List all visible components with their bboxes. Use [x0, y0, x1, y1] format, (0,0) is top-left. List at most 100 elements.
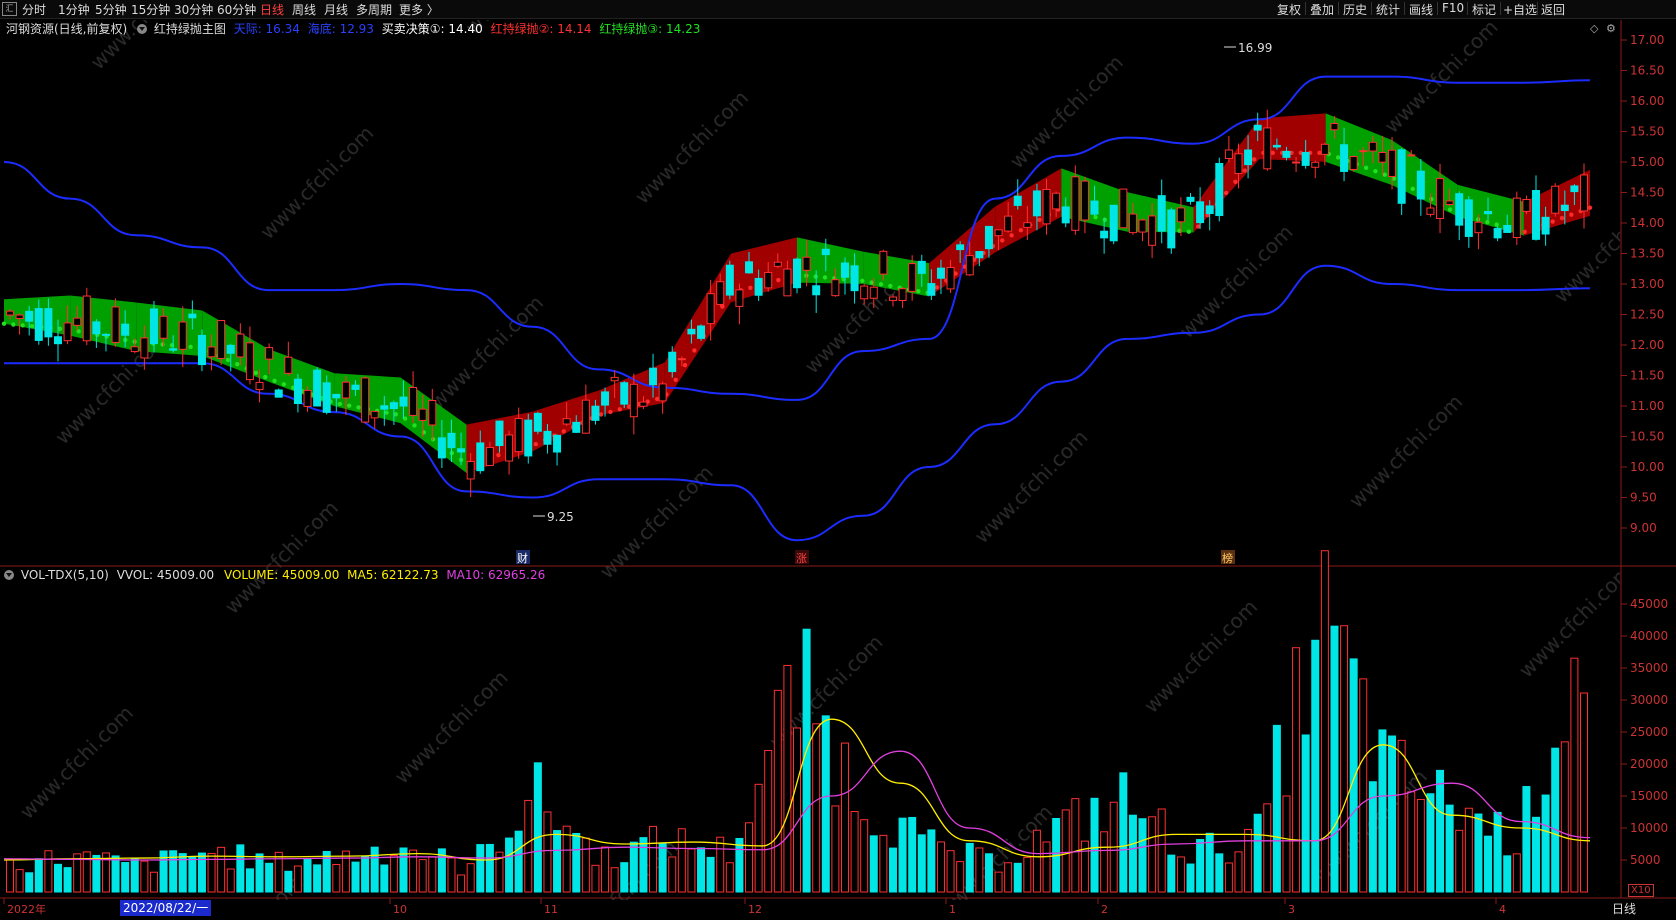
- candle-body: [1368, 141, 1377, 152]
- buy-sell-dot: [869, 280, 874, 285]
- volume-bar: [1215, 853, 1224, 893]
- buy-sell-dot: [1569, 212, 1574, 217]
- candle-body: [370, 410, 379, 419]
- candle-body: [840, 262, 849, 278]
- volume-bar: [543, 811, 552, 893]
- volume-bar: [629, 841, 638, 893]
- buy-sell-dot: [1000, 238, 1005, 243]
- candle-body: [591, 405, 600, 421]
- volume-dropdown-icon[interactable]: [4, 570, 14, 580]
- candle-body: [572, 421, 581, 433]
- candle-body: [1109, 204, 1118, 242]
- candle-body: [1570, 185, 1579, 193]
- buy-sell-dot: [1, 321, 7, 326]
- candle-body: [601, 391, 610, 406]
- candle-body: [956, 244, 965, 251]
- volume-bar: [1455, 829, 1464, 893]
- volume-bar: [1378, 729, 1387, 893]
- candle-body: [629, 383, 638, 418]
- date-tick-label: 10: [393, 903, 407, 916]
- volume-indicator-name[interactable]: VOL-TDX(5,10): [21, 568, 109, 582]
- candle-body: [1503, 224, 1512, 233]
- buy-sell-dot: [1485, 219, 1490, 225]
- volume-bar: [1263, 803, 1272, 893]
- diamond-icon[interactable]: ◇: [1590, 22, 1599, 35]
- candle-body: [687, 328, 696, 335]
- volume-bar: [25, 872, 34, 893]
- candle-body: [975, 251, 984, 259]
- tab-daily[interactable]: 日线: [1612, 900, 1636, 917]
- volume-bar: [1148, 816, 1157, 893]
- candle-body: [1128, 213, 1137, 234]
- volume-bar: [255, 853, 264, 893]
- candle-body: [1455, 193, 1464, 226]
- candle-body: [1560, 204, 1569, 211]
- candle-body: [332, 393, 341, 399]
- candle-body: [1580, 174, 1588, 212]
- candle-body: [1138, 219, 1147, 233]
- buy-sell-dot: [496, 452, 501, 458]
- volume-bar: [313, 864, 322, 893]
- candle-body: [706, 293, 715, 325]
- buy-sell-dot: [1410, 186, 1415, 192]
- haidi-value: 海底: 12.93: [307, 22, 374, 36]
- candle-body: [1215, 162, 1224, 217]
- candle-body: [908, 263, 917, 292]
- buy-sell-dot: [860, 278, 865, 284]
- volume-bar: [1301, 734, 1310, 893]
- candle-body: [437, 437, 446, 459]
- candle-body: [1464, 199, 1473, 237]
- gear-icon[interactable]: ⚙: [1606, 22, 1616, 35]
- candle-body: [1445, 200, 1454, 205]
- volume-bar: [370, 846, 379, 893]
- candle-body: [1157, 195, 1166, 232]
- buy-sell-dot: [337, 401, 343, 407]
- buy-sell-dot: [822, 275, 828, 280]
- volume-bar: [1560, 741, 1569, 893]
- volume-bar: [591, 864, 600, 893]
- volume-axis: 45000 40000 35000 30000 25000 20000 15000 10000…: [1621, 597, 1668, 867]
- candle-body: [1551, 185, 1560, 214]
- candle-body: [1349, 156, 1358, 170]
- volume-bar: [1436, 769, 1445, 893]
- price-tick-label: 17.00: [1630, 33, 1664, 47]
- volume-bar: [476, 844, 485, 893]
- buy-sell-dot: [1559, 215, 1565, 221]
- buy-sell-dot: [412, 423, 417, 428]
- candle-body: [1532, 190, 1541, 240]
- price-tick-label: 11.00: [1630, 399, 1664, 413]
- kline-chart[interactable]: www.cfchi.com 17.0016.5016.0015.5015.001…: [0, 0, 1676, 920]
- date-tick-label: 3: [1288, 903, 1295, 916]
- volume-bar: [1157, 808, 1166, 893]
- event-marker-bang-label: 榜: [1222, 551, 1233, 565]
- indicator-name[interactable]: 红持绿抛主图: [154, 22, 226, 36]
- buy-sell-dot: [813, 274, 818, 279]
- candle-body: [1167, 209, 1176, 249]
- volume-bar: [1474, 813, 1483, 893]
- candle-body: [274, 389, 283, 398]
- candle-body: [1176, 207, 1185, 223]
- candle-body: [1378, 151, 1387, 163]
- buy-sell-dot: [1587, 205, 1593, 210]
- volume-bar: [581, 837, 590, 893]
- selected-date: 2022/08/22/一: [120, 900, 211, 916]
- candle-body: [1148, 215, 1157, 246]
- volume-bar: [1445, 804, 1454, 893]
- buy-sell-dot: [673, 377, 678, 382]
- volume-bar: [361, 856, 370, 893]
- candle-body: [207, 346, 216, 358]
- volume-bar: [658, 843, 667, 893]
- volume-bar: [34, 858, 43, 893]
- candle-body: [965, 255, 974, 276]
- volume-tick-label: 5000: [1630, 853, 1661, 867]
- volume-bar: [956, 861, 965, 893]
- date-tick-label: 12: [748, 903, 762, 916]
- buy-sell-dot: [160, 342, 165, 347]
- candle-body: [1234, 153, 1243, 174]
- candle-body: [764, 272, 773, 289]
- volume-bar: [620, 862, 629, 893]
- buy-sell-dot: [1186, 229, 1192, 234]
- volume-bar: [610, 867, 619, 893]
- volume-bar: [1397, 739, 1406, 893]
- indicator-dropdown-icon[interactable]: [137, 24, 148, 34]
